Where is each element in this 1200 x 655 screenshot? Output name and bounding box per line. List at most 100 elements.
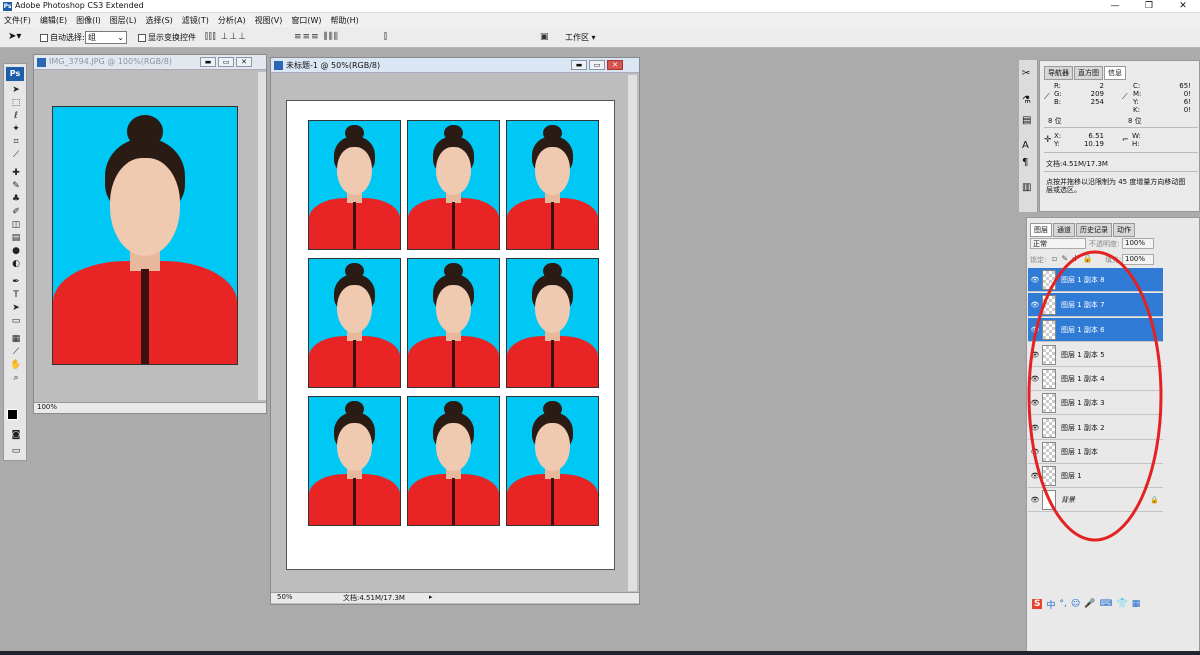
ime-toolbar[interactable]: S 中 °, ☺ 🎤 ⌨ 👕 ▦ xyxy=(1032,597,1162,611)
tab-actions[interactable]: 动作 xyxy=(1113,223,1135,237)
auto-align-icon[interactable]: ⫿ xyxy=(384,32,388,42)
tab-layers[interactable]: 图层 xyxy=(1030,223,1052,237)
paragraph-icon[interactable]: ¶ xyxy=(1022,157,1028,168)
marquee-tool-icon[interactable]: ⬚ xyxy=(8,98,24,110)
move-tool-icon[interactable]: ➤▾ xyxy=(8,31,21,42)
cmyk-readout: C: 65! M: 0! Y: 6! K: 0! xyxy=(1133,82,1191,114)
app-title: Adobe Photoshop CS3 Extended xyxy=(15,1,144,10)
vertical-scrollbar[interactable] xyxy=(628,75,637,591)
zoom-tool-icon[interactable]: ⌕ xyxy=(8,373,24,385)
photoshop-logo-icon: Ps xyxy=(3,2,12,11)
character-icon[interactable]: A xyxy=(1022,140,1029,151)
divider xyxy=(1044,171,1198,172)
quick-mask-icon[interactable]: ◙ xyxy=(8,430,24,442)
document-window-layout[interactable]: 未标题-1 @ 50%(RGB/8) ▬ ▭ ✕ 50% 文档:4.51M/17… xyxy=(270,57,640,605)
microphone-icon[interactable]: 🎤 xyxy=(1084,599,1095,609)
pen-tool-icon[interactable]: ✒ xyxy=(8,277,24,289)
eraser-tool-icon[interactable]: ◫ xyxy=(8,220,24,232)
menu-help[interactable]: 帮助(H) xyxy=(331,15,359,26)
document-window-source[interactable]: IMG_3794.JPG @ 100%(RGB/8) ▬ ▭ ✕ 100% xyxy=(33,54,267,414)
workspace-icon[interactable]: ▣ xyxy=(540,32,550,42)
distribute-icons[interactable]: ≡≡≡ ⫼⫼⫼ xyxy=(294,32,339,42)
document-title-bar[interactable]: IMG_3794.JPG @ 100%(RGB/8) ▬ ▭ ✕ xyxy=(34,55,266,70)
menu-analysis[interactable]: 分析(A) xyxy=(218,15,246,26)
brushes-icon[interactable]: ⚗ xyxy=(1022,95,1031,106)
blur-tool-icon[interactable]: ● xyxy=(8,246,24,258)
healing-brush-icon[interactable]: ✚ xyxy=(8,168,24,180)
doc-size-info[interactable]: 文档:4.51M/17.3M xyxy=(343,593,405,603)
magic-wand-icon[interactable]: ✦ xyxy=(8,124,24,136)
checkbox-icon[interactable] xyxy=(138,33,146,42)
auto-select-dropdown[interactable]: 组 ⌄ xyxy=(85,31,127,44)
photo-copy xyxy=(407,396,500,526)
minimize-icon[interactable]: ▬ xyxy=(200,57,216,67)
tab-navigator[interactable]: 导航器 xyxy=(1044,66,1073,80)
zoom-level[interactable]: 100% xyxy=(34,403,57,411)
eyedropper-icon: ⟋ xyxy=(1122,92,1128,101)
menu-select[interactable]: 选择(S) xyxy=(145,15,172,26)
restore-icon[interactable]: ❐ xyxy=(1132,0,1166,13)
photo-copy xyxy=(308,258,401,388)
ime-language[interactable]: 中 xyxy=(1046,598,1055,611)
screen-mode-icon[interactable]: ▭ xyxy=(8,446,24,458)
menu-view[interactable]: 视图(V) xyxy=(255,15,283,26)
clone-stamp-icon[interactable]: ♣ xyxy=(8,194,24,206)
tab-history[interactable]: 历史记录 xyxy=(1076,223,1112,237)
close-icon[interactable]: ✕ xyxy=(236,57,252,67)
tab-channels[interactable]: 通道 xyxy=(1053,223,1075,237)
menu-layer[interactable]: 图层(L) xyxy=(110,15,137,26)
shape-tool-icon[interactable]: ▭ xyxy=(8,316,24,328)
options-bar: ➤▾ 自动选择: 组 ⌄ 显示变换控件 ⫿⫿⫿ ⊥⊥⊥ ≡≡≡ ⫼⫼⫼ ⫿ ▣ 工… xyxy=(0,27,1200,48)
hand-tool-icon[interactable]: ✋ xyxy=(8,360,24,372)
menu-file[interactable]: 文件(F) xyxy=(4,15,31,26)
emoji-icon[interactable]: ☺ xyxy=(1071,599,1080,609)
document-title: IMG_3794.JPG @ 100%(RGB/8) xyxy=(49,57,172,66)
brush-tool-icon[interactable]: ✎ xyxy=(8,181,24,193)
gradient-tool-icon[interactable]: ▤ xyxy=(8,233,24,245)
workspace-menu[interactable]: 工作区 ▾ xyxy=(565,32,596,43)
keyboard-icon[interactable]: ⌨ xyxy=(1099,599,1112,609)
history-brush-icon[interactable]: ✐ xyxy=(8,207,24,219)
align-icons[interactable]: ⫿⫿⫿ ⊥⊥⊥ xyxy=(205,32,247,42)
maximize-icon[interactable]: ▭ xyxy=(589,60,605,70)
document-icon xyxy=(37,58,46,67)
close-icon[interactable]: ✕ xyxy=(1166,0,1200,13)
dodge-tool-icon[interactable]: ◐ xyxy=(8,259,24,271)
r-value: 2 xyxy=(1099,82,1104,90)
document-title-bar[interactable]: 未标题-1 @ 50%(RGB/8) ▬ ▭ ✕ xyxy=(271,58,639,73)
toolbox-icon[interactable]: ▦ xyxy=(1132,599,1141,609)
tools-preset-icon[interactable]: ✂ xyxy=(1022,68,1030,79)
menu-window[interactable]: 窗口(W) xyxy=(291,15,321,26)
maximize-icon[interactable]: ▭ xyxy=(218,57,234,67)
vertical-scrollbar[interactable] xyxy=(258,72,266,400)
menu-edit[interactable]: 编辑(E) xyxy=(40,15,67,26)
close-icon[interactable]: ✕ xyxy=(607,60,623,70)
skin-icon[interactable]: 👕 xyxy=(1116,599,1127,609)
selection-size-icon: ⌐ xyxy=(1122,135,1129,144)
tab-info[interactable]: 信息 xyxy=(1104,66,1126,80)
minimize-icon[interactable]: ▬ xyxy=(571,60,587,70)
notes-tool-icon[interactable]: ▦ xyxy=(8,334,24,346)
layer-comps-icon[interactable]: ▥ xyxy=(1022,182,1031,193)
auto-select-checkbox[interactable]: 自动选择: xyxy=(40,32,85,43)
type-tool-icon[interactable]: T xyxy=(8,290,24,302)
crop-tool-icon[interactable]: ⌗ xyxy=(8,137,24,149)
checkbox-icon[interactable] xyxy=(40,33,48,42)
menu-filter[interactable]: 滤镜(T) xyxy=(182,15,209,26)
punctuation-icon[interactable]: °, xyxy=(1060,599,1067,609)
path-select-icon[interactable]: ➤ xyxy=(8,303,24,315)
clone-source-icon[interactable]: ▤ xyxy=(1022,115,1031,126)
lasso-tool-icon[interactable]: ℓ xyxy=(8,111,24,123)
sogou-icon[interactable]: S xyxy=(1032,599,1043,609)
zoom-level[interactable]: 50% xyxy=(271,593,293,601)
minimize-icon[interactable]: — xyxy=(1098,0,1132,13)
eyedropper-icon[interactable]: ⟋ xyxy=(8,347,24,359)
slice-tool-icon[interactable]: ⟋ xyxy=(8,150,24,162)
tab-histogram[interactable]: 直方图 xyxy=(1074,66,1103,80)
menu-image[interactable]: 图像(I) xyxy=(76,15,101,26)
status-arrow-icon[interactable]: ▸ xyxy=(429,593,433,601)
show-transform-checkbox[interactable]: 显示变换控件 xyxy=(138,32,196,43)
tool-hint: 点按并拖移以沿限制为 45 度增量方向移动图层或选区。 xyxy=(1046,178,1186,194)
move-tool-icon[interactable]: ➤ xyxy=(8,85,24,97)
foreground-color-swatch[interactable] xyxy=(7,409,18,420)
